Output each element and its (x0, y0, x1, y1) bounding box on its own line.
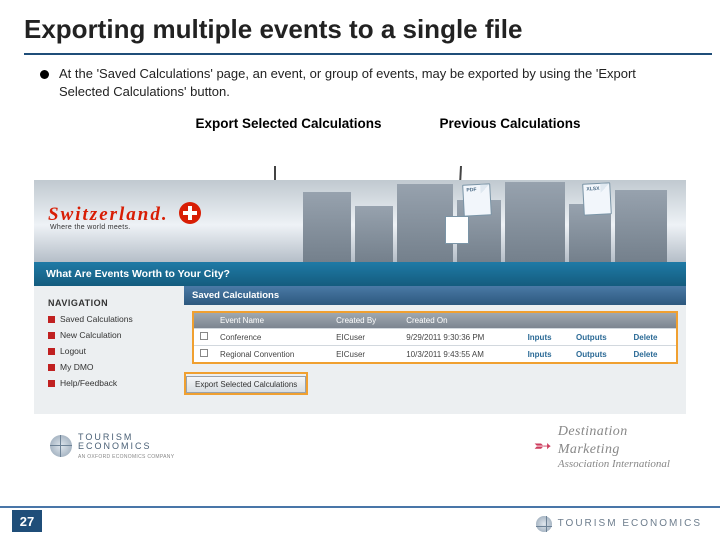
nav-label: Saved Calculations (60, 314, 133, 324)
link-inputs[interactable]: Inputs (522, 346, 570, 363)
nav-label: New Calculation (60, 330, 121, 340)
tourism-economics-logo: TOURISMECONOMICS AN OXFORD ECONOMICS COM… (50, 433, 174, 460)
nav-title: NAVIGATION (48, 298, 174, 308)
col (570, 313, 627, 329)
te-word2: ECONOMICS (78, 441, 152, 451)
nav-item[interactable]: Logout (48, 346, 174, 356)
content-column: Saved Calculations Event Name Created By… (184, 286, 686, 414)
footer-word1: TOURISM (558, 518, 618, 529)
nav-label: Logout (60, 346, 86, 356)
nav-label: Help/Feedback (60, 378, 117, 388)
banner-brand-text: Switzerland. (48, 204, 169, 225)
banner-brand: Switzerland. (48, 202, 201, 226)
previous-calculations-highlight: Event Name Created By Created On Confere… (192, 311, 678, 364)
table-header-row: Event Name Created By Created On (194, 313, 676, 329)
row-checkbox[interactable] (200, 332, 208, 340)
slide-title: Exporting multiple events to a single fi… (0, 0, 720, 53)
swirl-icon: ➵ (533, 442, 551, 451)
nav-item[interactable]: Help/Feedback (48, 378, 174, 388)
table-row: Regional Convention EICuser 10/3/2011 9:… (194, 346, 676, 363)
square-icon (48, 348, 55, 355)
link-outputs[interactable]: Outputs (570, 329, 627, 346)
link-delete[interactable]: Delete (627, 346, 676, 363)
col-created-on: Created On (400, 313, 521, 329)
export-selected-button[interactable]: Export Selected Calculations (186, 376, 306, 393)
question-bar: What Are Events Worth to Your City? (34, 262, 686, 286)
dmai-word3: Association International (558, 458, 670, 470)
col (627, 313, 676, 329)
nav-item[interactable]: Saved Calculations (48, 314, 174, 324)
cell-by: EICuser (330, 346, 400, 363)
page-number-badge: 27 (12, 510, 42, 532)
screenshot-footer: TOURISMECONOMICS AN OXFORD ECONOMICS COM… (34, 416, 686, 480)
dmai-logo: ➵ Destination Marketing Association Inte… (533, 422, 670, 470)
te-sub: AN OXFORD ECONOMICS COMPANY (78, 454, 174, 460)
callout-export-label: Export Selected Calculations (195, 116, 381, 131)
footer-rule (0, 506, 720, 508)
link-delete[interactable]: Delete (627, 329, 676, 346)
bullet-text: At the 'Saved Calculations' page, an eve… (59, 65, 678, 100)
col-event-name: Event Name (214, 313, 330, 329)
square-icon (48, 332, 55, 339)
swiss-cross-icon (179, 202, 201, 224)
nav-item[interactable]: New Calculation (48, 330, 174, 340)
col-select (194, 313, 214, 329)
export-button-highlight: Export Selected Calculations (184, 372, 308, 395)
globe-icon (50, 435, 72, 457)
callout-previous-label: Previous Calculations (440, 116, 581, 131)
link-outputs[interactable]: Outputs (570, 346, 627, 363)
nav-item[interactable]: My DMO (48, 362, 174, 372)
callout-labels: Export Selected Calculations Previous Ca… (0, 108, 720, 135)
nav-label: My DMO (60, 362, 94, 372)
banner: Switzerland. Where the world meets. PDF … (34, 180, 686, 262)
dmai-word2: Marketing (558, 442, 620, 457)
footer-word2: ECONOMICS (622, 518, 702, 529)
globe-icon (536, 516, 552, 532)
cell-by: EICuser (330, 329, 400, 346)
saved-calculations-table: Event Name Created By Created On Confere… (194, 313, 676, 362)
bullet-dot-icon (40, 70, 49, 79)
table-row: Conference EICuser 9/29/2011 9:30:36 PM … (194, 329, 676, 346)
pdf-doc-icon: PDF (462, 183, 492, 216)
col (522, 313, 570, 329)
col-created-by: Created By (330, 313, 400, 329)
cell-event: Regional Convention (214, 346, 330, 363)
row-checkbox[interactable] (200, 349, 208, 357)
square-icon (48, 364, 55, 371)
bullet-row: At the 'Saved Calculations' page, an eve… (0, 55, 720, 108)
cell-on: 10/3/2011 9:43:55 AM (400, 346, 521, 363)
cell-on: 9/29/2011 9:30:36 PM (400, 329, 521, 346)
news-doc-icon (445, 216, 469, 244)
square-icon (48, 380, 55, 387)
cell-event: Conference (214, 329, 330, 346)
xlsx-doc-icon: XLSX (582, 182, 612, 215)
square-icon (48, 316, 55, 323)
dmai-word1: Destination (558, 424, 628, 439)
banner-tagline: Where the world meets. (50, 224, 131, 231)
slide-footer-logo: TOURISM ECONOMICS (536, 516, 702, 532)
link-inputs[interactable]: Inputs (522, 329, 570, 346)
embedded-screenshot: Switzerland. Where the world meets. PDF … (34, 180, 686, 480)
city-graphic: PDF XLSX (295, 180, 686, 262)
section-heading: Saved Calculations (184, 286, 686, 305)
nav-sidebar: NAVIGATION Saved Calculations New Calcul… (34, 286, 184, 414)
